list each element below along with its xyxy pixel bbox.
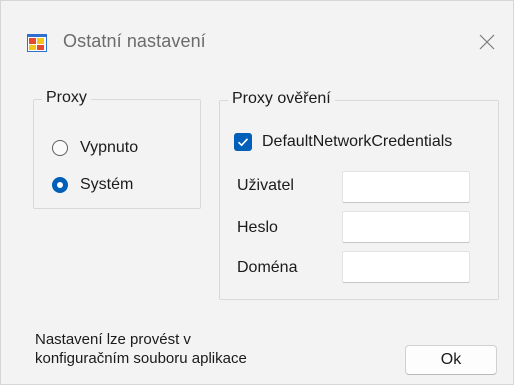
proxy-group-title: Proxy: [42, 89, 91, 107]
proxy-auth-group-title: Proxy ověření: [228, 90, 335, 108]
user-label: Uživatel: [237, 177, 294, 194]
title-bar[interactable]: Ostatní nastavení: [1, 1, 513, 71]
close-button[interactable]: [465, 23, 509, 61]
radio-circle-unchecked[interactable]: [52, 140, 68, 156]
default-credentials-checkbox[interactable]: DefaultNetworkCredentials: [234, 133, 452, 151]
password-input[interactable]: [342, 211, 470, 243]
radio-label-vypnuto: Vypnuto: [80, 139, 139, 156]
domain-input[interactable]: [342, 251, 470, 283]
checkmark-icon: [237, 138, 249, 147]
radio-system[interactable]: Systém: [52, 176, 133, 194]
radio-label-system: Systém: [80, 176, 134, 193]
radio-circle-checked[interactable]: [52, 177, 68, 193]
proxy-groupbox: Proxy Vypnuto Systém: [33, 89, 201, 209]
ok-button[interactable]: Ok: [405, 345, 497, 375]
settings-dialog: Ostatní nastavení Proxy Vypnuto Systém P…: [0, 0, 514, 385]
default-credentials-label: DefaultNetworkCredentials: [262, 133, 453, 150]
proxy-auth-groupbox: Proxy ověření DefaultNetworkCredentials …: [219, 90, 499, 300]
config-note-line1: Nastavení lze provést v: [35, 331, 191, 348]
config-note-line2: konfiguračním souboru aplikace: [35, 350, 247, 367]
config-note: Nastavení lze provést v konfiguračním so…: [35, 330, 247, 368]
domain-label: Doména: [237, 259, 298, 276]
close-icon: [479, 34, 495, 50]
window-title: Ostatní nastavení: [63, 31, 206, 51]
checkbox-checked[interactable]: [234, 133, 252, 151]
app-window-icon: [27, 34, 47, 52]
password-label: Heslo: [237, 219, 278, 236]
radio-vypnuto[interactable]: Vypnuto: [52, 139, 138, 157]
user-input[interactable]: [342, 171, 470, 203]
